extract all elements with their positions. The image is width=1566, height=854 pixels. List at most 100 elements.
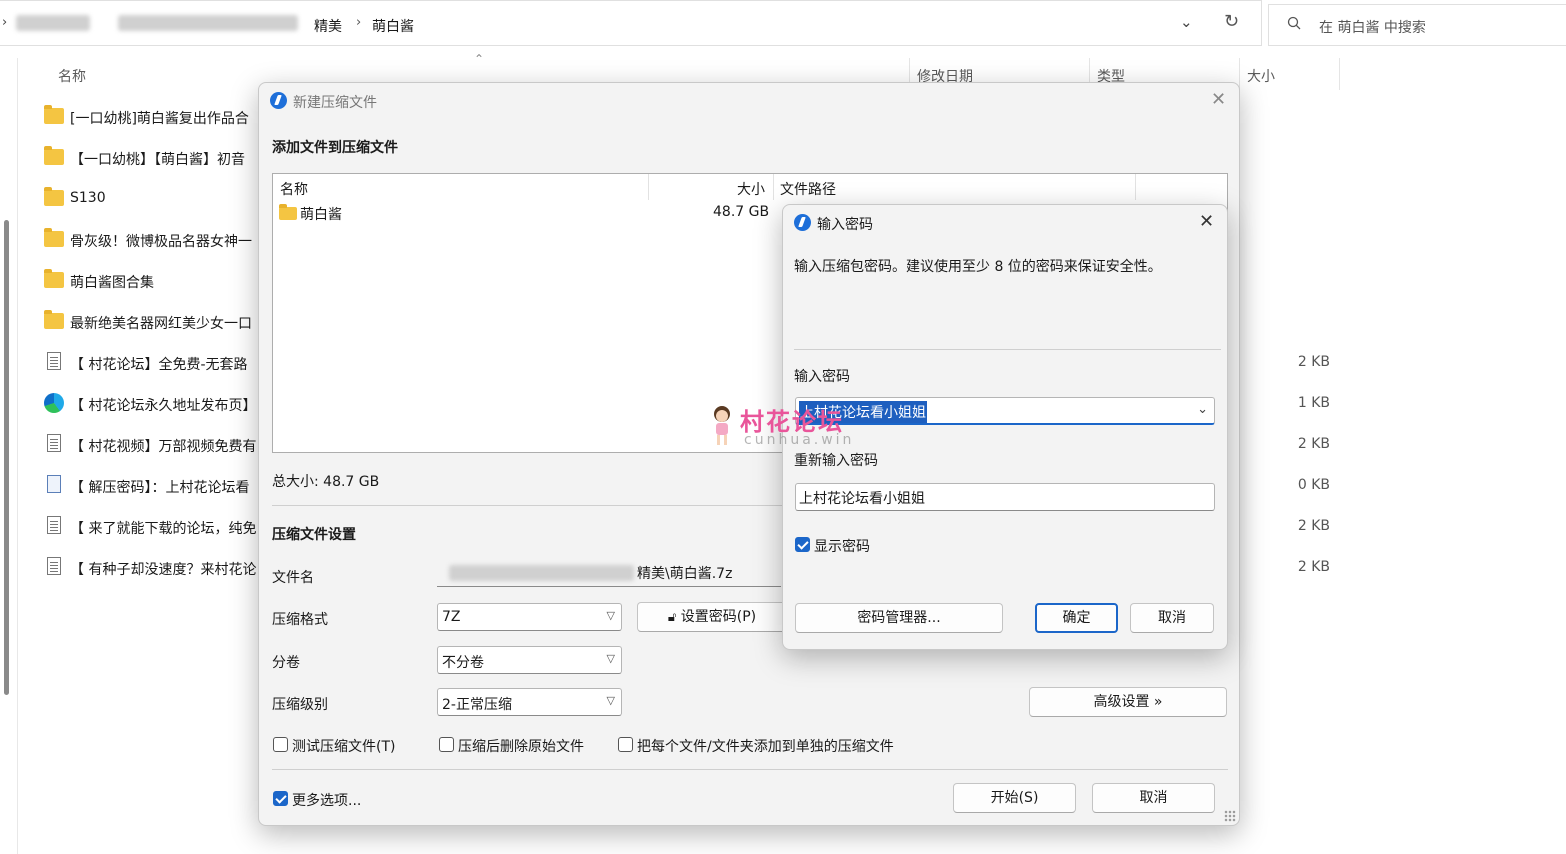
filename-value: 精美\萌白酱.7z bbox=[637, 566, 733, 582]
text-file-icon bbox=[47, 434, 61, 452]
show-password-checkbox[interactable] bbox=[795, 537, 810, 552]
column-header-name[interactable]: 名称 bbox=[58, 66, 86, 86]
test-archive-label[interactable]: 测试压缩文件(T) bbox=[292, 736, 395, 756]
chevron-down-icon[interactable]: ⌄ bbox=[1197, 402, 1208, 417]
more-options-checkbox[interactable] bbox=[273, 791, 288, 806]
level-select[interactable]: 2-正常压缩 ▽ bbox=[437, 688, 622, 716]
delete-after-checkbox[interactable] bbox=[439, 737, 454, 752]
each-separate-checkbox[interactable] bbox=[618, 737, 633, 752]
cartoon-girl-icon bbox=[714, 406, 730, 445]
filename-label: 文件名 bbox=[272, 570, 314, 586]
file-name: S130 bbox=[70, 190, 106, 206]
format-value: 7Z bbox=[442, 609, 461, 625]
file-name: 【 村花论坛永久地址发布页】 bbox=[70, 398, 257, 414]
advanced-settings-button[interactable]: 高级设置 » bbox=[1029, 687, 1227, 717]
blurred-path-segment bbox=[449, 565, 634, 581]
chevron-down-icon: ▽ bbox=[606, 652, 615, 665]
address-bar[interactable]: › 精美 › 萌白酱 ⌄ ↻ bbox=[0, 0, 1262, 46]
blurred-path-segment bbox=[16, 15, 90, 31]
chevron-down-icon[interactable]: ⌄ bbox=[1180, 13, 1193, 31]
file-name: 最新绝美名器网红美少女一口 bbox=[70, 316, 252, 332]
reenter-label: 重新输入密码 bbox=[794, 453, 878, 469]
divider bbox=[794, 349, 1221, 350]
file-name: 萌白酱图合集 bbox=[70, 275, 154, 291]
column-separator[interactable] bbox=[1135, 174, 1136, 200]
archive-settings-heading: 压缩文件设置 bbox=[272, 527, 356, 543]
format-label: 压缩格式 bbox=[272, 612, 328, 628]
split-label: 分卷 bbox=[272, 655, 300, 671]
column-separator[interactable] bbox=[773, 174, 774, 200]
level-label: 压缩级别 bbox=[272, 697, 328, 713]
blurred-path-segment bbox=[118, 15, 298, 31]
lock-icon: 🔓︎ bbox=[667, 610, 677, 625]
folder-icon bbox=[44, 269, 64, 288]
text-file-icon bbox=[47, 557, 61, 575]
file-size: 2 KB bbox=[1297, 559, 1330, 575]
watermark-subtext: cunhua.win bbox=[744, 432, 855, 448]
filename-input[interactable]: 精美\萌白酱.7z bbox=[437, 557, 781, 587]
more-options-label[interactable]: 更多选项... bbox=[292, 790, 361, 810]
breadcrumb-item[interactable]: 萌白酱 bbox=[372, 16, 414, 36]
reenter-value: 上村花论坛看小姐姐 bbox=[799, 491, 925, 507]
ok-button[interactable]: 确定 bbox=[1035, 603, 1118, 633]
add-files-heading: 添加文件到压缩文件 bbox=[272, 140, 398, 156]
app-logo-icon bbox=[270, 92, 287, 109]
scrollbar[interactable] bbox=[4, 220, 9, 695]
list-header-size[interactable]: 大小 bbox=[737, 179, 765, 199]
folder-icon bbox=[44, 228, 64, 247]
close-icon[interactable]: ✕ bbox=[1211, 89, 1226, 110]
split-select[interactable]: 不分卷 ▽ bbox=[437, 646, 622, 674]
cancel-button[interactable]: 取消 bbox=[1092, 783, 1215, 813]
column-separator[interactable] bbox=[1339, 58, 1340, 90]
text-file-icon bbox=[47, 352, 61, 370]
divider bbox=[272, 769, 1228, 770]
file-name: 【 村花视频】万部视频免费有 bbox=[70, 439, 257, 455]
chevron-down-icon: ▽ bbox=[606, 609, 615, 622]
dialog-title: 新建压缩文件 bbox=[293, 95, 377, 111]
format-select[interactable]: 7Z ▽ bbox=[437, 603, 622, 631]
reenter-password-input[interactable]: 上村花论坛看小姐姐 bbox=[795, 483, 1215, 511]
test-archive-checkbox[interactable] bbox=[273, 737, 288, 752]
sort-up-icon: ⌃ bbox=[474, 52, 485, 66]
file-name: 【 村花论坛】全免费-无套路 bbox=[70, 357, 248, 373]
password-label: 输入密码 bbox=[794, 369, 850, 385]
shortcut-file-icon bbox=[47, 475, 61, 493]
pane-divider bbox=[17, 58, 18, 854]
folder-icon bbox=[44, 146, 64, 165]
list-header-path[interactable]: 文件路径 bbox=[780, 179, 836, 199]
file-name: 【 来了就能下载的论坛，纯免 bbox=[70, 521, 257, 537]
column-header-size[interactable]: 大小 bbox=[1247, 66, 1275, 86]
password-input[interactable]: 上村花论坛看小姐姐 ⌄ bbox=[795, 397, 1215, 425]
delete-after-label[interactable]: 压缩后删除原始文件 bbox=[458, 736, 584, 756]
total-size: 总大小: 48.7 GB bbox=[272, 474, 380, 490]
file-name: 骨灰级！微博极品名器女神一 bbox=[70, 234, 252, 250]
text-file-icon bbox=[47, 516, 61, 534]
list-item-name: 萌白酱 bbox=[300, 207, 342, 223]
file-name: 【 解压密码】：上村花论坛看 bbox=[70, 480, 250, 496]
folder-icon bbox=[44, 310, 64, 329]
file-size: 2 KB bbox=[1297, 436, 1330, 452]
each-separate-label[interactable]: 把每个文件/文件夹添加到单独的压缩文件 bbox=[637, 736, 894, 756]
column-separator[interactable] bbox=[1239, 58, 1240, 90]
file-size: 2 KB bbox=[1297, 518, 1330, 534]
level-value: 2-正常压缩 bbox=[442, 697, 512, 713]
chevron-right-icon: › bbox=[2, 15, 8, 30]
show-password-label[interactable]: 显示密码 bbox=[814, 536, 870, 556]
cancel-button[interactable]: 取消 bbox=[1130, 603, 1214, 633]
password-manager-button[interactable]: 密码管理器... bbox=[795, 603, 1003, 633]
app-logo-icon bbox=[794, 214, 811, 231]
refresh-icon[interactable]: ↻ bbox=[1224, 11, 1239, 32]
close-icon[interactable]: ✕ bbox=[1199, 211, 1214, 232]
column-separator[interactable] bbox=[648, 174, 649, 200]
search-icon bbox=[1287, 16, 1301, 30]
start-button[interactable]: 开始(S) bbox=[953, 783, 1076, 813]
list-item-size: 48.7 GB bbox=[713, 204, 770, 220]
file-size: 1 KB bbox=[1297, 395, 1330, 411]
file-name: 【 有种子却没速度？来村花论 bbox=[70, 562, 257, 578]
resize-grip-icon[interactable] bbox=[1224, 810, 1236, 822]
list-item[interactable]: 萌白酱 48.7 GB bbox=[279, 204, 779, 224]
set-password-button[interactable]: 🔓︎ 设置密码(P) bbox=[637, 602, 787, 632]
search-box[interactable]: 在 萌白酱 中搜索 bbox=[1268, 4, 1566, 46]
breadcrumb-item[interactable]: 精美 bbox=[314, 16, 342, 36]
list-header-name[interactable]: 名称 bbox=[280, 179, 308, 199]
